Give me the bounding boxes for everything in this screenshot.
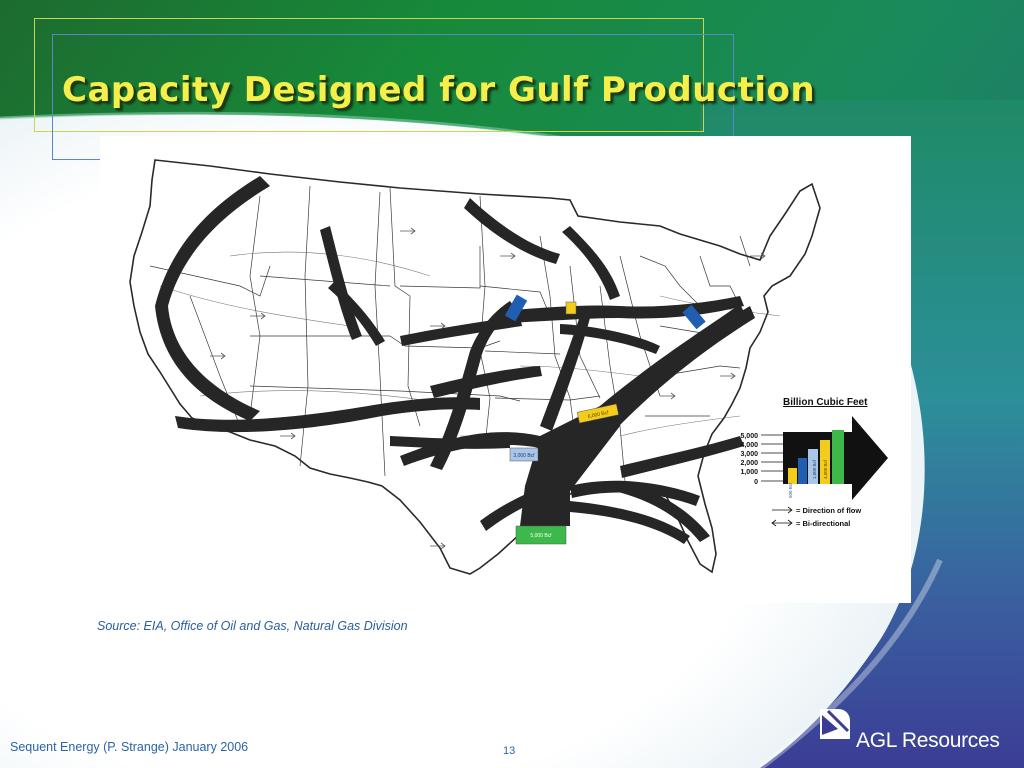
scale-tick: 2,000 bbox=[740, 460, 758, 467]
scale-tick: 3,000 bbox=[740, 451, 758, 458]
legend-bar-green bbox=[832, 430, 844, 484]
legend-bidirectional-icon bbox=[771, 519, 793, 527]
map-label-green: 5,000 Bcf bbox=[515, 525, 567, 545]
map-label-lightblue: 3,000 Bcf bbox=[509, 447, 539, 462]
source-note: Source: EIA, Office of Oil and Gas, Natu… bbox=[97, 619, 408, 633]
scale-tick: 1,000 bbox=[740, 469, 758, 476]
legend-arrow-icon bbox=[772, 506, 793, 514]
legend: Billion Cubic Feet 5,000 4,000 3,000 2,0… bbox=[740, 397, 888, 528]
legend-scale: 5,000 4,000 3,000 2,000 1,000 0 bbox=[740, 433, 758, 486]
page-number: 13 bbox=[503, 745, 516, 757]
legend-bar-label: 500 Bcf bbox=[788, 482, 793, 498]
legend-bidirectional-text: = Bi-directional bbox=[796, 519, 850, 528]
slide-title: Capacity Designed for Gulf Production bbox=[62, 70, 816, 110]
legend-bar-yellow-small bbox=[788, 468, 797, 484]
scale-tick: 4,000 bbox=[740, 442, 758, 449]
map-label-green-text: 5,000 Bcf bbox=[530, 533, 552, 539]
footer-text: Sequent Energy (P. Strange) January 2006 bbox=[10, 740, 249, 754]
legend-bar-label: 1,000 Bcf bbox=[812, 459, 817, 479]
agl-logo-icon bbox=[820, 709, 850, 739]
scale-tick: 5,000 bbox=[740, 433, 758, 440]
legend-title: Billion Cubic Feet bbox=[783, 397, 868, 408]
agl-logo-text: AGL Resources bbox=[856, 729, 1000, 752]
legend-direction-text: = Direction of flow bbox=[796, 506, 861, 515]
agl-logo: AGL Resources bbox=[818, 707, 1018, 757]
scale-tick: 0 bbox=[754, 479, 758, 486]
map-label-lightblue-text: 3,000 Bcf bbox=[513, 453, 535, 459]
legend-bar-blue bbox=[798, 458, 807, 484]
map-yellow-marker-chicago bbox=[565, 301, 577, 315]
pipeline-flow-map: 6,000 Bcf 3,000 Bcf 5,000 Bcf Billion Cu… bbox=[100, 136, 911, 603]
legend-bar-label: 4,000 Bcf bbox=[823, 459, 828, 479]
